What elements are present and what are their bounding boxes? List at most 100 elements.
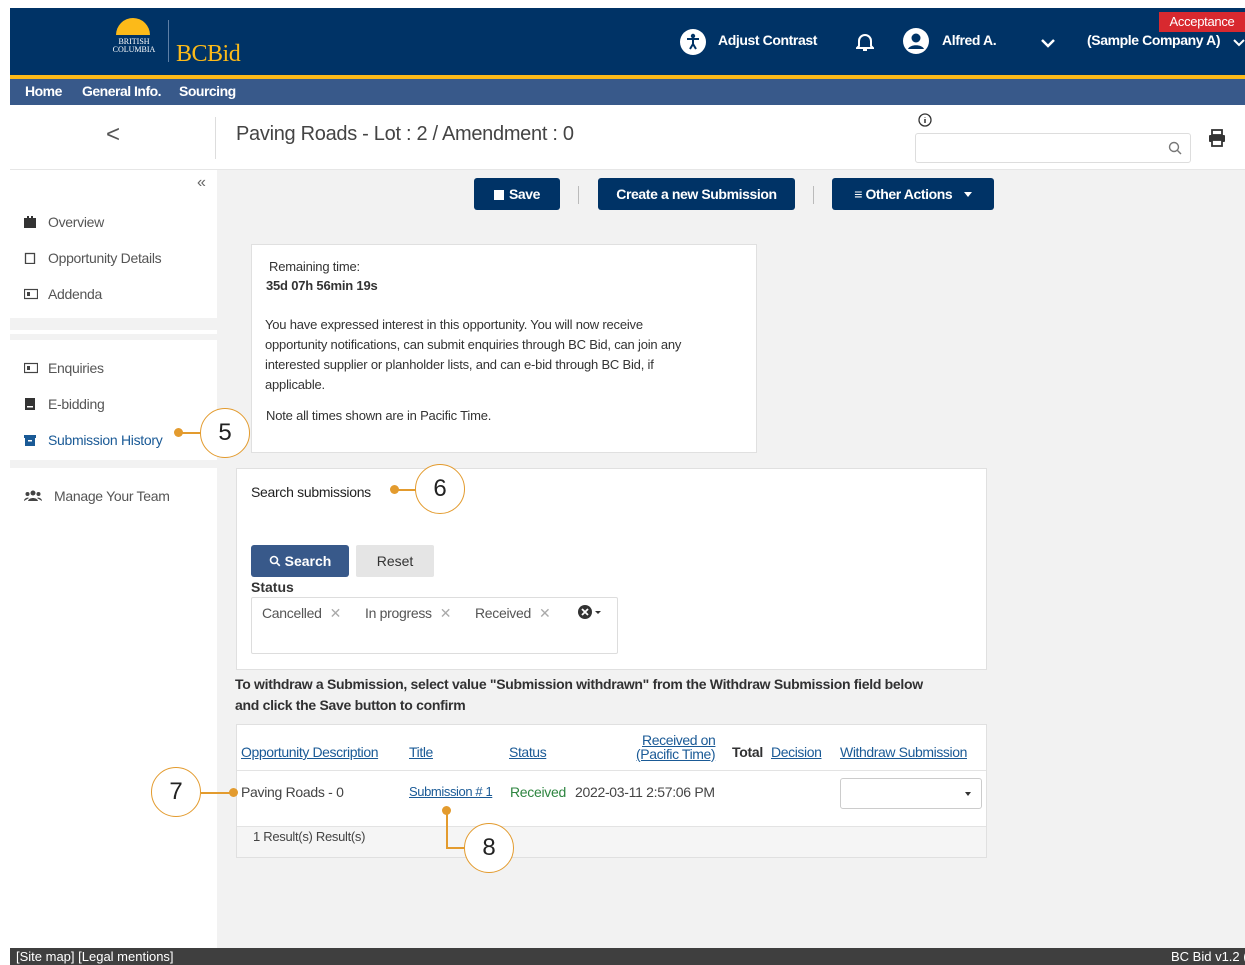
footer-links[interactable]: [Site map] [Legal mentions] [16, 948, 174, 965]
global-search-input[interactable] [915, 133, 1191, 163]
sidebar-item-submission-history[interactable]: Submission History [24, 432, 163, 448]
addenda-icon [23, 287, 39, 300]
logo-divider [168, 20, 169, 62]
save-icon [493, 190, 504, 200]
nav-general-info[interactable]: General Info. [82, 83, 162, 99]
team-icon [24, 489, 42, 501]
environment-badge: Acceptance [1159, 12, 1245, 32]
chip-label: Received [475, 605, 531, 621]
clipboard-icon [24, 251, 36, 265]
app-frame: BRITISH COLUMBIA BCBid Adjust Contrast A… [10, 8, 1245, 965]
sidebar-item-label: Manage Your Team [54, 488, 170, 504]
sidebar-item-manage-team[interactable]: Manage Your Team [24, 488, 170, 504]
sun-icon [116, 18, 150, 35]
chip-label: Cancelled [262, 605, 322, 621]
callout-5: 5 [200, 408, 250, 458]
collapse-sidebar-icon[interactable]: « [197, 174, 206, 192]
col-title[interactable]: Title [409, 744, 433, 760]
col-withdraw-submission[interactable]: Withdraw Submission [840, 744, 967, 760]
cell-status: Received [510, 784, 566, 800]
timezone-note: Note all times shown are in Pacific Time… [266, 408, 492, 423]
page-title: Paving Roads - Lot : 2 / Amendment : 0 [236, 123, 574, 145]
info-icon[interactable] [918, 113, 932, 132]
other-actions-button[interactable]: ≡ Other Actions [832, 178, 994, 210]
sidebar-item-enquiries[interactable]: Enquiries [23, 360, 104, 376]
user-name[interactable]: Alfred A. [942, 32, 997, 48]
user-menu-chevron-icon[interactable] [1040, 36, 1056, 54]
main-nav: Home General Info. Sourcing [10, 75, 1245, 105]
company-selector[interactable]: (Sample Company A) [1087, 32, 1220, 48]
nav-home[interactable]: Home [25, 83, 62, 99]
callout-line [446, 847, 464, 849]
status-chip[interactable]: In progress ✕ [365, 605, 451, 622]
remove-chip-icon[interactable]: ✕ [440, 605, 452, 621]
withdraw-instructions: and click the Save button to confirm [235, 697, 466, 713]
sidebar-item-label: E-bidding [48, 396, 105, 412]
toolbar-divider [813, 186, 814, 204]
accessibility-icon[interactable] [680, 29, 706, 55]
archive-icon [24, 433, 36, 446]
bell-icon[interactable] [854, 32, 876, 57]
enquiries-icon [23, 361, 39, 374]
results-count: 1 Result(s) Result(s) [253, 829, 366, 844]
sidebar-item-label: Enquiries [48, 360, 104, 376]
status-chip[interactable]: Received ✕ [475, 605, 551, 622]
status-label: Status [251, 579, 294, 595]
caret-down-icon [963, 192, 972, 197]
print-icon[interactable] [1207, 129, 1227, 152]
col-opportunity-description[interactable]: Opportunity Description [241, 744, 378, 760]
callout-7: 7 [151, 767, 201, 817]
col-status[interactable]: Status [509, 744, 547, 760]
company-chevron-icon[interactable] [1232, 36, 1245, 54]
interest-text-line: applicable. [265, 377, 325, 392]
user-avatar-icon[interactable] [902, 27, 930, 60]
submission-link[interactable]: Submission # 1 [409, 784, 493, 799]
version-label: BC Bid v1.2 ( [1171, 949, 1245, 964]
callout-line [182, 432, 201, 434]
col-received-tz[interactable]: (Pacific Time) [636, 746, 716, 762]
sidebar-divider [10, 318, 217, 330]
search-icon[interactable] [1168, 141, 1182, 160]
sidebar-item-addenda[interactable]: Addenda [23, 286, 102, 302]
withdraw-select[interactable] [840, 778, 982, 809]
sidebar-item-label: Opportunity Details [48, 250, 162, 266]
callout-dot [229, 788, 238, 797]
logo-text: BRITISH COLUMBIA [112, 37, 156, 54]
search-button[interactable]: Search [251, 545, 349, 577]
bc-logo[interactable]: BRITISH COLUMBIA [108, 18, 158, 66]
search-icon [269, 546, 281, 578]
clear-all-icon[interactable] [577, 604, 605, 625]
remove-chip-icon[interactable]: ✕ [539, 605, 551, 621]
sidebar-divider [10, 334, 217, 340]
back-button[interactable]: < [106, 121, 120, 149]
status-chip[interactable]: Cancelled ✕ [262, 605, 341, 622]
interest-text-line: You have expressed interest in this oppo… [265, 317, 643, 332]
sidebar-divider [10, 460, 217, 468]
cell-received-on: 2022-03-11 2:57:06 PM [575, 784, 715, 800]
remove-chip-icon[interactable]: ✕ [330, 605, 342, 621]
title-bar: < Paving Roads - Lot : 2 / Amendment : 0 [10, 105, 1245, 170]
create-submission-button[interactable]: Create a new Submission [598, 178, 795, 210]
callout-8: 8 [464, 823, 514, 873]
nav-sourcing[interactable]: Sourcing [179, 83, 236, 99]
sidebar-item-label: Submission History [48, 432, 163, 448]
sidebar-item-e-bidding[interactable]: E-bidding [24, 396, 105, 412]
sidebar-item-overview[interactable]: Overview [24, 214, 104, 230]
save-label: Save [508, 186, 541, 202]
col-decision[interactable]: Decision [771, 744, 822, 760]
overview-icon [24, 215, 36, 228]
callout-line [201, 792, 231, 794]
sidebar-item-opportunity-details[interactable]: Opportunity Details [24, 250, 162, 266]
reset-button[interactable]: Reset [356, 545, 434, 577]
sidebar-item-label: Addenda [48, 286, 102, 302]
col-total: Total [732, 744, 763, 760]
save-button[interactable]: Save [474, 178, 560, 210]
remaining-time-value: 35d 07h 56min 19s [266, 278, 378, 293]
sidebar: « Overview Opportunity Details Addenda E… [10, 170, 217, 956]
toolbar-divider [578, 186, 579, 204]
table-divider [237, 770, 986, 771]
adjust-contrast-button[interactable]: Adjust Contrast [718, 32, 817, 48]
callout-line [398, 489, 416, 491]
footer: [Site map] [Legal mentions] BC Bid v1.2 … [10, 948, 1245, 965]
brand-name[interactable]: BCBid [176, 41, 241, 68]
